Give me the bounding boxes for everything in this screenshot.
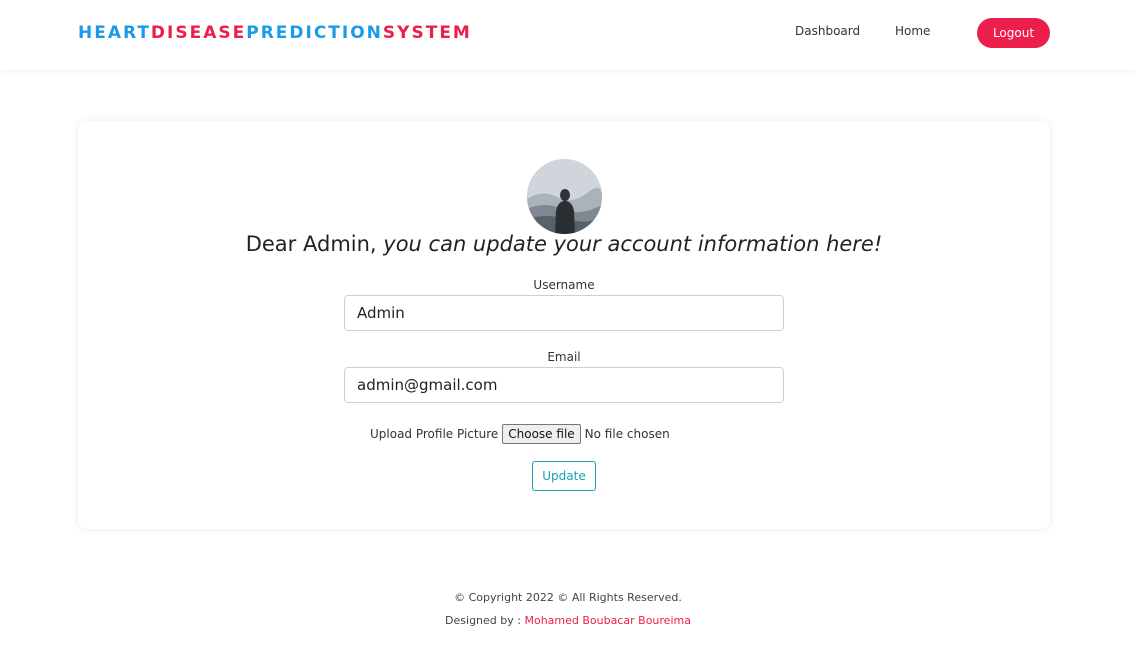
brand-part-disease: DISEASE	[150, 23, 247, 43]
avatar-image-icon	[527, 159, 602, 234]
site-brand-logo[interactable]: HEARTDISEASEPREDICTIONSYSTEM	[78, 22, 472, 44]
top-navbar: HEARTDISEASEPREDICTIONSYSTEM Dashboard H…	[0, 0, 1136, 70]
update-button[interactable]: Update	[532, 461, 596, 491]
headline-greeting: Dear Admin,	[245, 232, 384, 256]
footer-copyright: © Copyright 2022 © All Rights Reserved.	[454, 591, 682, 604]
designer-name-link[interactable]: Mohamed Boubacar Boureima	[524, 614, 690, 627]
brand-part-heart: HEART	[78, 23, 151, 43]
username-input[interactable]	[344, 295, 784, 331]
email-label: Email	[547, 350, 581, 364]
headline-message: you can update your account information …	[383, 232, 883, 256]
upload-profile-picture-label: Upload Profile Picture	[370, 427, 499, 441]
logout-button[interactable]: Logout	[977, 18, 1050, 48]
profile-picture-upload: Upload Profile Picture Choose file No fi…	[370, 424, 670, 444]
brand-part-system: SYSTEM	[382, 23, 472, 43]
nav-home-link[interactable]: Home	[895, 24, 930, 38]
page-headline: Dear Admin, you can update your account …	[78, 232, 1050, 256]
nav-dashboard-link[interactable]: Dashboard	[795, 24, 860, 38]
email-input[interactable]	[344, 367, 784, 403]
no-file-chosen-text: No file chosen	[584, 427, 670, 441]
choose-file-button[interactable]: Choose file	[502, 424, 581, 444]
username-label: Username	[533, 278, 595, 292]
profile-avatar	[527, 159, 602, 234]
footer-designed-by: Designed by : Mohamed Boubacar Boureima	[0, 614, 1136, 627]
profile-update-card: Dear Admin, you can update your account …	[78, 121, 1050, 529]
brand-part-prediction: PREDICTION	[246, 23, 383, 43]
designed-by-label: Designed by :	[445, 614, 525, 627]
